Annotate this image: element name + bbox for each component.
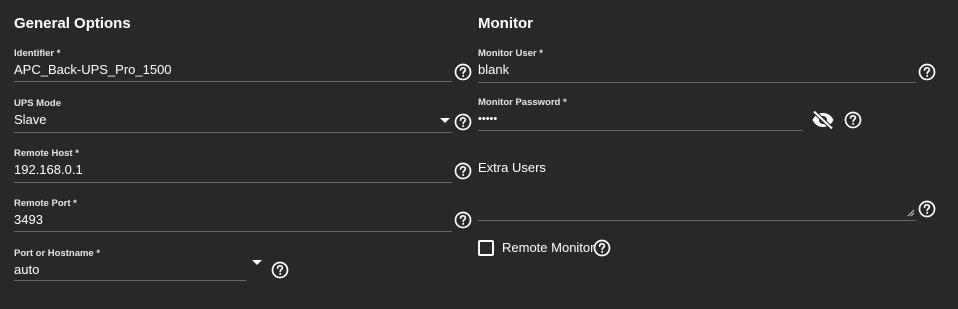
monitor-title: Monitor	[478, 15, 533, 32]
monitor-user-underline	[478, 82, 916, 83]
ups-mode-select[interactable]: UPS Mode Slave	[14, 98, 454, 134]
extra-users-label: Extra Users	[478, 160, 546, 175]
monitor-user-input[interactable]: blank	[478, 62, 509, 78]
monitor-password-input[interactable]: •••••	[478, 111, 497, 127]
port-or-hostname-chevron-down-icon[interactable]	[252, 260, 262, 265]
monitor-password-field[interactable]: Monitor Password * •••••	[478, 97, 804, 133]
remote-host-field[interactable]: Remote Host * 192.168.0.1	[14, 148, 454, 184]
remote-monitor-help-icon[interactable]	[593, 239, 611, 257]
remote-port-help-icon[interactable]	[454, 211, 472, 229]
extra-users-help-icon[interactable]	[918, 200, 936, 218]
port-or-hostname-select[interactable]: Port or Hostname * auto	[14, 248, 270, 284]
ups-mode-chevron-down-icon[interactable]	[440, 118, 450, 123]
monitor-user-field[interactable]: Monitor User * blank	[478, 48, 918, 84]
remote-host-label: Remote Host *	[14, 148, 79, 159]
resize-grip-icon[interactable]	[907, 209, 915, 217]
eye-off-icon[interactable]	[811, 110, 835, 130]
remote-host-help-icon[interactable]	[454, 162, 472, 180]
general-options-title: General Options	[14, 15, 131, 32]
remote-port-label: Remote Port *	[14, 198, 77, 209]
ups-mode-label: UPS Mode	[14, 98, 61, 109]
monitor-password-underline	[478, 130, 803, 131]
identifier-help-icon[interactable]	[454, 63, 472, 81]
monitor-user-help-icon[interactable]	[918, 63, 936, 81]
extra-users-underline	[478, 220, 916, 221]
ups-mode-help-icon[interactable]	[454, 113, 472, 131]
remote-port-input[interactable]: 3493	[14, 212, 43, 228]
monitor-password-help-icon[interactable]	[844, 111, 862, 129]
port-or-hostname-value: auto	[14, 262, 40, 277]
remote-host-underline	[14, 182, 452, 183]
identifier-label: Identifier *	[14, 48, 61, 59]
ups-settings-form: General Options Identifier * APC_Back-UP…	[0, 0, 958, 309]
monitor-user-label: Monitor User *	[478, 48, 543, 59]
extra-users-textarea[interactable]	[478, 178, 918, 222]
monitor-password-label: Monitor Password *	[478, 97, 567, 108]
remote-monitor-label[interactable]: Remote Monitor	[502, 240, 594, 256]
port-or-hostname-label: Port or Hostname *	[14, 248, 101, 259]
ups-mode-value: Slave	[14, 112, 47, 127]
port-or-hostname-help-icon[interactable]	[271, 261, 289, 279]
identifier-field[interactable]: Identifier * APC_Back-UPS_Pro_1500	[14, 48, 454, 84]
remote-port-underline	[14, 231, 452, 232]
remote-monitor-checkbox[interactable]	[478, 240, 494, 256]
identifier-input[interactable]: APC_Back-UPS_Pro_1500	[14, 62, 172, 78]
identifier-underline	[14, 81, 452, 82]
ups-mode-underline	[14, 132, 452, 133]
remote-host-input[interactable]: 192.168.0.1	[14, 162, 83, 178]
remote-port-field[interactable]: Remote Port * 3493	[14, 198, 454, 234]
port-or-hostname-underline	[14, 280, 246, 281]
